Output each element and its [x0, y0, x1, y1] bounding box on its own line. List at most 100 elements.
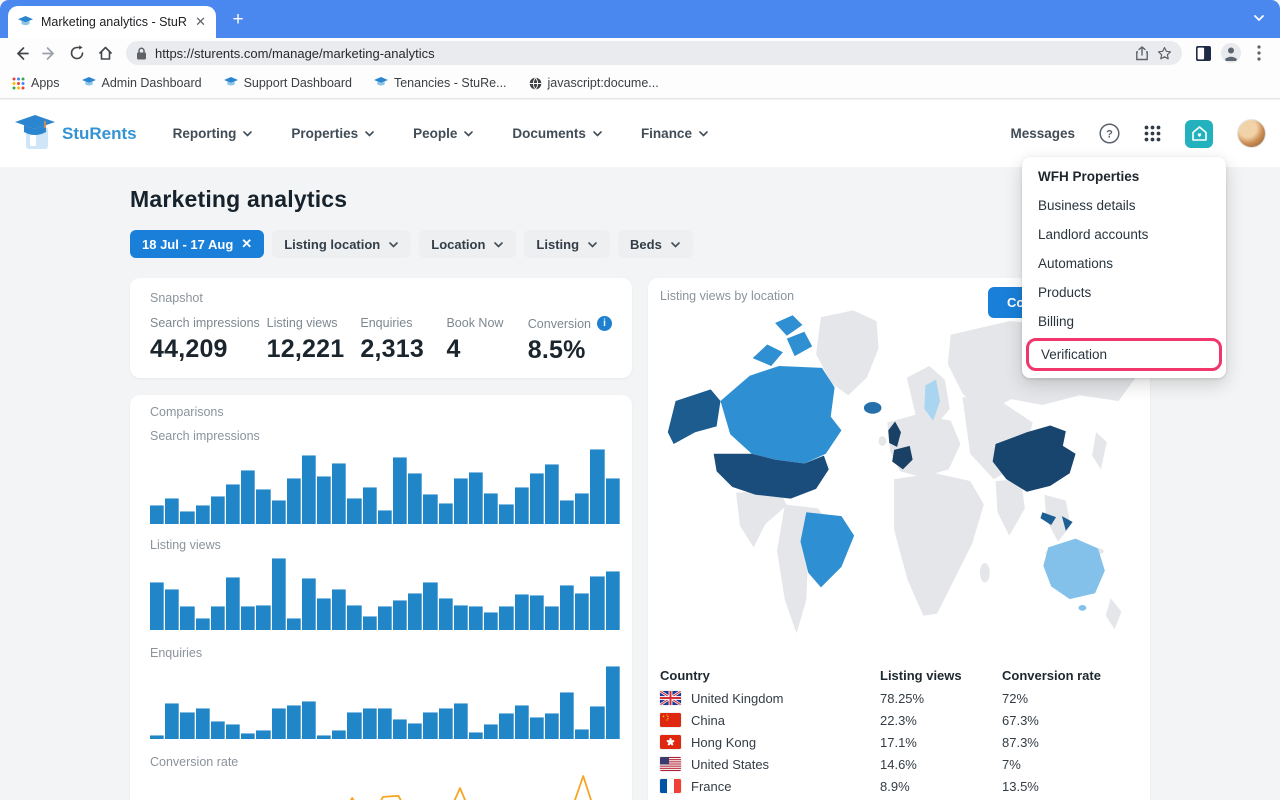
bar [302, 455, 316, 524]
bar [606, 571, 620, 630]
bar [272, 558, 286, 630]
url-bar[interactable]: https://sturents.com/manage/marketing-an… [126, 41, 1182, 65]
bar [363, 487, 377, 524]
back-icon[interactable] [10, 42, 32, 64]
home-icon[interactable] [94, 42, 116, 64]
bar [196, 505, 210, 524]
filter-chip-listing-location[interactable]: Listing location [272, 230, 411, 258]
china-flag-icon [660, 713, 681, 727]
bar [317, 598, 331, 630]
chevron-down-icon [698, 128, 709, 139]
country-name: France [691, 779, 731, 794]
bookmark-item[interactable]: javascript:docume... [529, 76, 659, 90]
bar [469, 606, 483, 630]
svg-text:?: ? [1106, 129, 1113, 141]
side-panel-icon[interactable] [1192, 42, 1214, 64]
reload-icon[interactable] [66, 42, 88, 64]
filter-chips: 18 Jul - 17 Aug✕ Listing location Location… [130, 230, 693, 258]
nav-menu-people[interactable]: People [413, 126, 474, 141]
bar [530, 595, 544, 630]
comparisons-card: Comparisons Search impressions Listing v… [130, 395, 632, 800]
bar [256, 730, 270, 739]
lock-icon[interactable] [136, 47, 147, 60]
bar [272, 500, 286, 524]
bar [378, 510, 392, 524]
bar [196, 618, 210, 630]
bar [211, 606, 225, 630]
highlight-ring: Verification [1026, 338, 1222, 371]
filter-chip-listing[interactable]: Listing [524, 230, 610, 258]
bar [317, 735, 331, 739]
bar [332, 589, 346, 630]
bar [590, 706, 604, 739]
close-icon[interactable]: ✕ [241, 236, 252, 252]
chevron-down-icon [364, 128, 375, 139]
bookmark-item[interactable]: Admin Dashboard [82, 76, 202, 90]
chevron-down-icon [388, 239, 399, 250]
menu-item-automations[interactable]: Automations [1022, 249, 1226, 278]
user-avatar[interactable] [1237, 119, 1266, 148]
comparisons-label: Comparisons [150, 405, 620, 419]
map-card-label: Listing views by location [660, 289, 794, 303]
bar [211, 721, 225, 739]
filter-chip-location[interactable]: Location [419, 230, 516, 258]
conversion-rate-line-chart [150, 773, 616, 800]
help-icon[interactable]: ? [1099, 123, 1120, 144]
menu-item-verification[interactable]: Verification [1029, 341, 1219, 368]
bar [499, 606, 513, 630]
tab-close-icon[interactable]: ✕ [195, 14, 206, 30]
bar [332, 730, 346, 739]
nav-menu-finance[interactable]: Finance [641, 126, 709, 141]
menu-item-landlord-accounts[interactable]: Landlord accounts [1022, 220, 1226, 249]
listing-views-value: 22.3% [880, 713, 1002, 728]
menu-item-products[interactable]: Products [1022, 278, 1226, 307]
bar [150, 735, 164, 739]
sturents-favicon [374, 77, 388, 89]
nav-menus: Reporting Properties People Documents Financ… [173, 126, 709, 141]
nav-menu-documents[interactable]: Documents [512, 126, 603, 141]
bar [226, 484, 240, 525]
nav-menu-properties[interactable]: Properties [291, 126, 375, 141]
bar [347, 498, 361, 524]
bookmark-item[interactable]: Support Dashboard [224, 76, 352, 90]
bookmark-star-icon[interactable] [1157, 46, 1172, 61]
snapshot-label: Snapshot [150, 291, 612, 305]
sturents-favicon [82, 77, 96, 89]
menu-item-wfh-properties[interactable]: WFH Properties [1022, 162, 1226, 191]
bar [515, 487, 529, 525]
menu-item-billing[interactable]: Billing [1022, 307, 1226, 336]
bar [165, 703, 179, 739]
browser-profile-icon[interactable] [1220, 42, 1242, 64]
bookmark-item[interactable]: Apps [12, 76, 60, 90]
apps-grid-icon[interactable] [1144, 125, 1161, 142]
browser-menu-icon[interactable] [1248, 42, 1270, 64]
bar [302, 578, 316, 630]
tab-title: Marketing analytics - StuRents [41, 15, 187, 29]
filter-chip-18-jul-17-aug[interactable]: 18 Jul - 17 Aug✕ [130, 230, 264, 258]
filter-chip-beds[interactable]: Beds [618, 230, 693, 258]
bookmark-item[interactable]: Tenancies - StuRe... [374, 76, 507, 90]
forward-icon[interactable] [38, 42, 60, 64]
sturents-logo[interactable]: StuRents [14, 113, 137, 155]
bar [393, 719, 407, 739]
metric-conversion: Conversion i8.5% [528, 316, 612, 365]
nav-menu-reporting[interactable]: Reporting [173, 126, 254, 141]
chart-title-conversion-rate: Conversion rate [150, 755, 620, 769]
share-icon[interactable] [1135, 46, 1149, 61]
bar [606, 478, 620, 524]
bar [272, 708, 286, 739]
country-table-header: CountryListing viewsConversion rate [660, 663, 1138, 687]
bar [302, 701, 316, 739]
browser-tab[interactable]: Marketing analytics - StuRents ✕ [8, 6, 216, 38]
info-icon[interactable]: i [597, 316, 612, 331]
url-text[interactable]: https://sturents.com/manage/marketing-an… [155, 46, 1127, 61]
france-flag-icon [660, 779, 681, 793]
listing-views-value: 8.9% [880, 779, 1002, 794]
bar [180, 606, 194, 630]
new-tab-button[interactable]: + [228, 10, 248, 30]
messages-link[interactable]: Messages [1010, 126, 1075, 141]
menu-item-business-details[interactable]: Business details [1022, 191, 1226, 220]
account-app-icon[interactable] [1185, 120, 1213, 148]
chevron-down-icon[interactable] [1252, 11, 1266, 25]
bar [287, 618, 301, 630]
